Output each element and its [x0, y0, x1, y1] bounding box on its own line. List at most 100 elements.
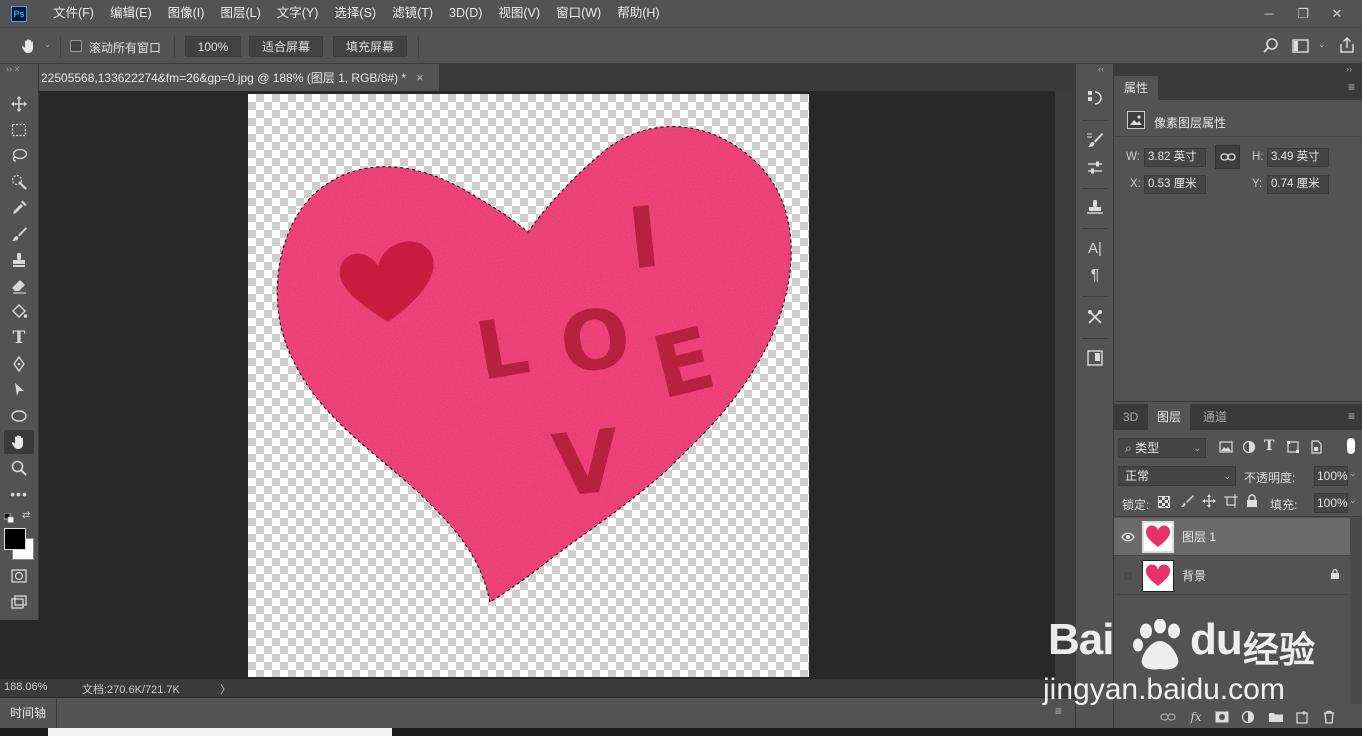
history-icon[interactable]: [1084, 87, 1106, 109]
zoom-field[interactable]: 100%: [185, 36, 241, 57]
blend-mode-select[interactable]: 正常 ⌄: [1118, 466, 1236, 486]
vertical-scrollbar[interactable]: [1055, 91, 1075, 679]
chevron-down-icon[interactable]: ⌄: [1349, 495, 1357, 506]
layer-row[interactable]: 图层 1: [1114, 518, 1350, 556]
tab-3d[interactable]: 3D: [1114, 404, 1147, 430]
tools-preset-icon[interactable]: [1084, 306, 1106, 328]
opacity-field[interactable]: 100%: [1314, 466, 1348, 486]
menu-edit[interactable]: 编辑(E): [102, 0, 160, 27]
lock-all-icon[interactable]: [1245, 494, 1259, 511]
marquee-tool-icon[interactable]: [4, 118, 34, 142]
character-icon[interactable]: A|: [1084, 237, 1106, 259]
delete-layer-icon[interactable]: [1321, 709, 1337, 725]
chevron-down-icon[interactable]: ⌄: [1349, 468, 1357, 479]
default-colors-icon[interactable]: [3, 512, 14, 523]
quick-mask-icon[interactable]: [4, 564, 34, 588]
menu-file[interactable]: 文件(F): [45, 0, 102, 27]
move-tool-icon[interactable]: [4, 92, 34, 116]
collapse-panel-icon[interactable]: ›› ×: [6, 64, 20, 74]
collapse-panel-icon[interactable]: ››: [1346, 64, 1352, 74]
layer-filter-select[interactable]: ⌕ 类型 ⌄: [1118, 438, 1206, 458]
filter-adjustment-icon[interactable]: [1242, 440, 1256, 454]
layer-row[interactable]: 背景: [1114, 557, 1350, 595]
new-group-icon[interactable]: [1268, 709, 1284, 725]
close-document-icon[interactable]: ×: [416, 70, 424, 85]
link-dimensions-icon[interactable]: [1215, 145, 1240, 169]
menu-window[interactable]: 窗口(W): [548, 0, 609, 27]
link-layers-icon[interactable]: [1160, 709, 1176, 725]
paint-bucket-tool-icon[interactable]: [4, 300, 34, 324]
workspace-icon[interactable]: [1292, 38, 1310, 57]
chevron-down-icon[interactable]: ⌄: [44, 39, 52, 50]
eye-icon[interactable]: [1114, 518, 1142, 556]
timeline-tab[interactable]: 时间轴: [0, 698, 57, 728]
menu-3d[interactable]: 3D(D): [441, 0, 490, 27]
zoom-tool-icon[interactable]: [4, 456, 34, 480]
width-field[interactable]: 3.82 英寸: [1144, 148, 1206, 167]
fill-field[interactable]: 100%: [1314, 493, 1348, 513]
scroll-all-windows-checkbox[interactable]: [70, 40, 82, 52]
filter-type-icon[interactable]: T: [1264, 438, 1274, 454]
fit-screen-button[interactable]: 适合屏幕: [249, 36, 323, 57]
fx-icon[interactable]: fx: [1188, 709, 1204, 725]
y-field[interactable]: 0.74 厘米: [1267, 175, 1329, 194]
x-field[interactable]: 0.53 厘米: [1144, 175, 1206, 194]
panel-menu-icon[interactable]: ≡: [1348, 409, 1355, 423]
new-adjustment-icon[interactable]: [1240, 709, 1256, 725]
new-layer-icon[interactable]: [1294, 709, 1310, 725]
foreground-color-swatch[interactable]: [4, 528, 26, 550]
lock-position-icon[interactable]: [1202, 494, 1216, 511]
clone-source-icon[interactable]: [1084, 196, 1106, 218]
close-window-icon[interactable]: ✕: [1320, 6, 1354, 22]
eraser-tool-icon[interactable]: [4, 274, 34, 298]
status-menu-arrow[interactable]: 〉: [220, 681, 231, 697]
menu-help[interactable]: 帮助(H): [609, 0, 667, 27]
lock-artboard-icon[interactable]: [1224, 494, 1238, 511]
height-field[interactable]: 3.49 英寸: [1267, 148, 1329, 167]
zoom-level[interactable]: 188.06%: [4, 681, 47, 693]
chevron-down-icon[interactable]: ⌄: [1318, 39, 1326, 50]
adjustments-icon[interactable]: [1084, 157, 1106, 179]
hand-tool-preset-icon[interactable]: [20, 37, 38, 58]
filter-shape-icon[interactable]: [1286, 440, 1300, 454]
add-mask-icon[interactable]: [1214, 709, 1230, 725]
layer-name[interactable]: 图层 1: [1182, 528, 1216, 545]
layer-name[interactable]: 背景: [1182, 567, 1206, 584]
document-tab[interactable]: 22505568,133622274&fm=26&gp=0.jpg @ 188%…: [39, 64, 439, 91]
panel-menu-icon[interactable]: ≡: [1348, 80, 1355, 94]
filter-toggle[interactable]: [1347, 438, 1355, 454]
document-canvas[interactable]: I L O E V: [248, 94, 809, 677]
lock-transparent-icon[interactable]: [1158, 496, 1170, 508]
minimize-icon[interactable]: ─: [1252, 6, 1286, 21]
lock-pixels-icon[interactable]: [1180, 494, 1194, 511]
share-icon[interactable]: [1338, 36, 1356, 57]
menu-view[interactable]: 视图(V): [490, 0, 548, 27]
menu-filter[interactable]: 滤镜(T): [384, 0, 441, 27]
menu-image[interactable]: 图像(I): [160, 0, 213, 27]
filter-smart-object-icon[interactable]: [1309, 440, 1323, 454]
screen-mode-icon[interactable]: [4, 590, 34, 614]
path-selection-tool-icon[interactable]: [4, 378, 34, 402]
lasso-tool-icon[interactable]: [4, 144, 34, 168]
type-tool-icon[interactable]: T: [4, 326, 34, 350]
stamp-tool-icon[interactable]: [4, 248, 34, 272]
visibility-toggle[interactable]: [1114, 557, 1142, 595]
quick-selection-tool-icon[interactable]: [4, 170, 34, 194]
tab-properties[interactable]: 属性: [1114, 76, 1159, 100]
search-icon[interactable]: [1262, 37, 1280, 58]
paragraph-icon[interactable]: ¶: [1084, 265, 1106, 287]
pen-tool-icon[interactable]: [4, 352, 34, 376]
taskbar-item[interactable]: [48, 728, 392, 736]
menu-type[interactable]: 文字(Y): [269, 0, 327, 27]
fill-screen-button[interactable]: 填充屏幕: [333, 36, 407, 57]
hand-tool-icon[interactable]: [4, 430, 34, 454]
menu-select[interactable]: 选择(S): [326, 0, 384, 27]
brush-tool-icon[interactable]: [4, 222, 34, 246]
ellipse-tool-icon[interactable]: [4, 404, 34, 428]
tab-layers[interactable]: 图层: [1148, 404, 1191, 430]
collapse-panel-icon[interactable]: ‹‹: [1098, 64, 1104, 74]
layer-comps-icon[interactable]: [1084, 347, 1106, 369]
swap-colors-icon[interactable]: ⇄: [22, 510, 30, 521]
eyedropper-tool-icon[interactable]: [4, 196, 34, 220]
restore-icon[interactable]: ❐: [1286, 6, 1320, 22]
